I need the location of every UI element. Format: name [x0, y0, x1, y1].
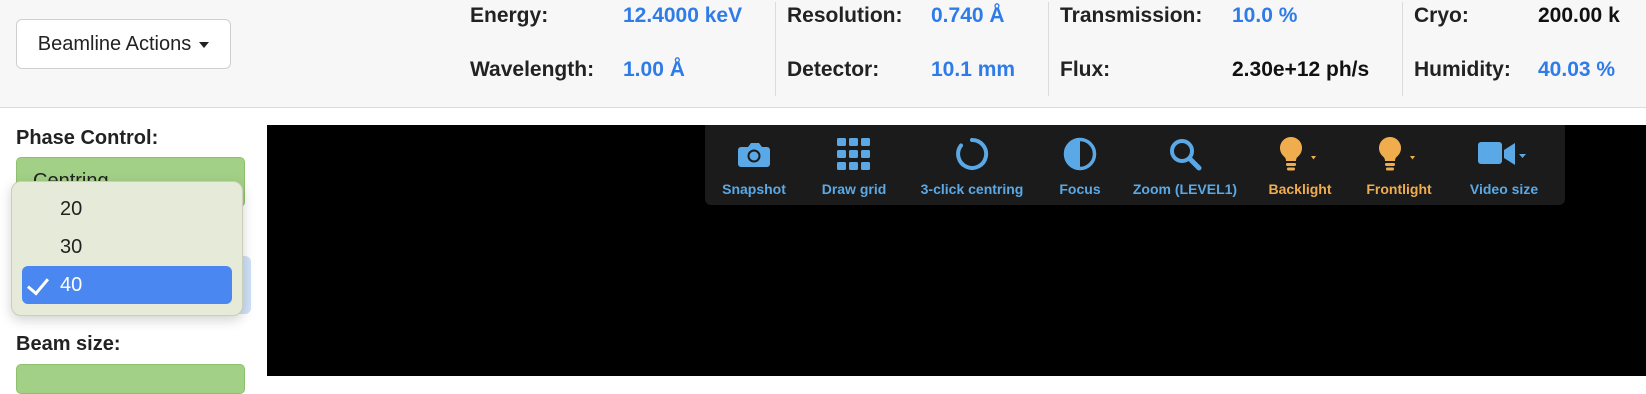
three-click-centring-button[interactable]: 3-click centring [905, 125, 1039, 205]
energy-value[interactable]: 12.4000 keV [623, 4, 742, 28]
divider [775, 2, 776, 96]
divider [1048, 2, 1049, 96]
wavelength-label: Wavelength: [470, 58, 595, 81]
dropdown-option-40[interactable]: 40 [22, 266, 232, 304]
transmission-group: Transmission: 10.0 % Flux: 2.30e+12 ph/s [1048, 0, 1390, 108]
resolution-label: Resolution: [787, 4, 903, 27]
dropdown-option-label: 20 [60, 197, 83, 220]
three-click-centring-label: 3-click centring [920, 181, 1024, 197]
humidity-value[interactable]: 40.03 % [1538, 58, 1615, 82]
energy-group: Energy: 12.4000 keV Wavelength: 1.00 Å [470, 0, 760, 108]
resolution-row: Resolution: 0.740 Å [787, 4, 1005, 28]
transmission-value[interactable]: 10.0 % [1232, 4, 1297, 28]
flux-value: 2.30e+12 ph/s [1232, 58, 1370, 81]
video-size-label: Video size [1469, 181, 1539, 197]
cryo-group: Cryo: 200.00 k Humidity: 40.03 % [1402, 0, 1646, 108]
cryo-value: 200.00 k [1538, 4, 1620, 27]
checkmark-icon [26, 272, 50, 296]
video-size-button[interactable]: Video size [1450, 125, 1558, 205]
lightbulb-icon [1277, 135, 1323, 173]
video-toolbar: Snapshot Draw grid 3-click centring Focu… [705, 125, 1565, 205]
beam-size-label: Beam size: [16, 333, 121, 355]
resolution-group: Resolution: 0.740 Å Detector: 10.1 mm [775, 0, 1042, 108]
top-info-bar: Beamline Actions Energy: 12.4000 keV Wav… [0, 0, 1646, 108]
energy-row: Energy: 12.4000 keV [470, 4, 742, 28]
cryo-label: Cryo: [1414, 4, 1469, 27]
search-icon [1168, 135, 1202, 173]
transmission-label: Transmission: [1060, 4, 1203, 27]
dropdown-option-label: 40 [60, 273, 83, 296]
humidity-label: Humidity: [1414, 58, 1511, 81]
frontlight-label: Frontlight [1366, 181, 1432, 197]
phase-control-label: Phase Control: [16, 127, 159, 149]
wavelength-value[interactable]: 1.00 Å [623, 58, 685, 82]
draw-grid-button[interactable]: Draw grid [806, 125, 902, 205]
frontlight-button[interactable]: Frontlight [1351, 125, 1447, 205]
transmission-row: Transmission: 10.0 % [1060, 4, 1297, 28]
backlight-button[interactable]: Backlight [1252, 125, 1348, 205]
lightbulb-icon [1376, 135, 1422, 173]
wavelength-row: Wavelength: 1.00 Å [470, 58, 685, 82]
dropdown-menu: 20 30 40 [11, 181, 243, 316]
detector-row: Detector: 10.1 mm [787, 58, 1015, 82]
dropdown-option-20[interactable]: 20 [22, 190, 232, 228]
cryo-row: Cryo: 200.00 k [1414, 4, 1620, 28]
circle-notch-icon [955, 135, 989, 173]
video-camera-icon [1478, 135, 1530, 173]
focus-label: Focus [1059, 181, 1101, 197]
snapshot-button[interactable]: Snapshot [705, 125, 803, 205]
zoom-label: Zoom (LEVEL1) [1132, 181, 1238, 197]
snapshot-label: Snapshot [722, 181, 786, 197]
resolution-value[interactable]: 0.740 Å [931, 4, 1005, 28]
detector-value[interactable]: 10.1 mm [931, 58, 1015, 82]
beamline-actions-label: Beamline Actions [37, 32, 192, 55]
camera-icon [737, 135, 771, 173]
detector-label: Detector: [787, 58, 880, 81]
flux-label: Flux: [1060, 58, 1111, 81]
divider [1402, 2, 1403, 96]
caret-down-icon [199, 42, 210, 48]
dropdown-option-30[interactable]: 30 [22, 228, 232, 266]
zoom-button[interactable]: Zoom (LEVEL1) [1121, 125, 1249, 205]
energy-label: Energy: [470, 4, 549, 27]
beamline-actions-button[interactable]: Beamline Actions [16, 19, 231, 69]
dropdown-option-label: 30 [60, 235, 83, 258]
contrast-icon [1063, 135, 1097, 173]
focus-button[interactable]: Focus [1042, 125, 1118, 205]
backlight-label: Backlight [1268, 181, 1332, 197]
draw-grid-label: Draw grid [821, 181, 887, 197]
flux-row: Flux: 2.30e+12 ph/s [1060, 58, 1369, 82]
grid-icon [837, 135, 871, 173]
humidity-row: Humidity: 40.03 % [1414, 58, 1615, 82]
beam-size-select[interactable] [16, 364, 245, 394]
